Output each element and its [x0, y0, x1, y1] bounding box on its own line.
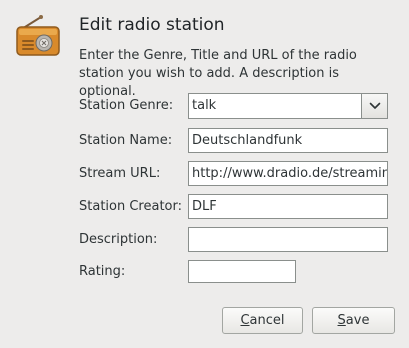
dialog-title: Edit radio station: [79, 15, 225, 35]
save-label: ave: [345, 313, 370, 328]
station-genre-input[interactable]: talk: [188, 93, 362, 119]
station-genre-label: Station Genre:: [79, 98, 174, 113]
station-name-label: Station Name:: [79, 133, 173, 148]
chevron-down-icon: [369, 102, 380, 109]
cancel-label: ancel: [249, 313, 285, 328]
save-mnemonic: S: [337, 313, 346, 328]
stream-url-label: Stream URL:: [79, 166, 161, 181]
save-button[interactable]: Save: [312, 307, 395, 334]
rating-label: Rating:: [79, 264, 126, 279]
description-label: Description:: [79, 232, 158, 247]
rating-input[interactable]: [188, 260, 296, 283]
cancel-button[interactable]: Cancel: [222, 307, 303, 334]
station-creator-label: Station Creator:: [79, 199, 182, 214]
stream-url-input[interactable]: http://www.dradio.de/streaming: [188, 161, 388, 186]
radio-icon: [16, 15, 60, 56]
station-genre-combo[interactable]: talk: [188, 93, 388, 119]
description-input[interactable]: [188, 227, 388, 252]
station-genre-dropdown-button[interactable]: [362, 93, 388, 119]
station-name-input[interactable]: Deutschlandfunk: [188, 128, 388, 153]
cancel-mnemonic: C: [240, 313, 250, 328]
station-creator-input[interactable]: DLF: [188, 194, 388, 219]
